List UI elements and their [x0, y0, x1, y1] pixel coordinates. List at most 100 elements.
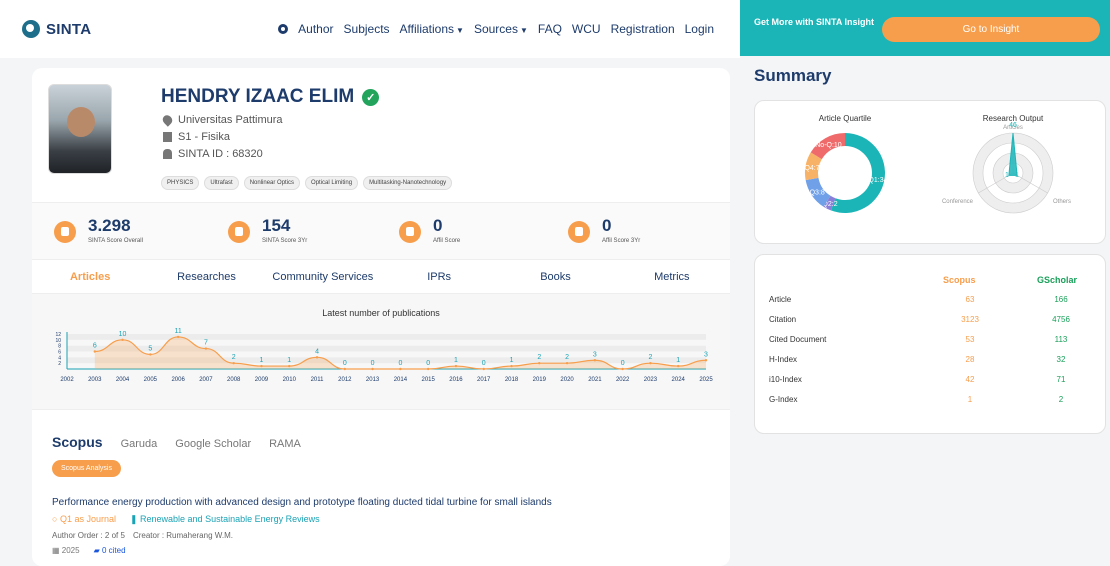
x-tick-label: 2022	[616, 377, 630, 383]
sinta-id-row: SINTA ID : 68320	[163, 148, 263, 160]
data-point	[454, 364, 458, 368]
metric-scopus: 63	[965, 295, 975, 304]
author-order: Author Order : 2 of 5	[52, 531, 125, 540]
nav-subjects[interactable]: Subjects	[344, 22, 390, 36]
author-name-row: HENDRY IZAAC ELIM ✓	[161, 86, 380, 108]
data-point	[121, 338, 124, 342]
tab-scopus[interactable]: Scopus	[52, 434, 103, 450]
quartile-slice-label: Q4:7	[804, 165, 819, 172]
tab-iprs[interactable]: IPRs	[381, 271, 497, 283]
department-link[interactable]: S1 - Fisika	[178, 131, 230, 143]
tab-books[interactable]: Books	[497, 271, 613, 283]
tab-rama[interactable]: RAMA	[269, 438, 301, 450]
metrics-row: Cited Document 53 113	[755, 335, 1107, 355]
home-icon[interactable]	[278, 24, 289, 34]
metrics-row: G-Index 1 2	[755, 395, 1107, 415]
profile-tabs: Articles Researches Community Services I…	[32, 260, 730, 294]
data-point	[426, 367, 430, 371]
quartile-slice-label: No-Q:10	[815, 142, 842, 149]
nav-affiliations[interactable]: Affiliations ▼	[400, 22, 464, 36]
data-point	[315, 356, 319, 359]
x-tick-label: 2020	[560, 377, 574, 383]
insight-text: Get More with SINTA Insight	[754, 17, 874, 27]
metric-scopus: 3123	[961, 315, 979, 324]
x-tick-label: 2024	[672, 377, 686, 383]
data-label: 1	[287, 357, 291, 364]
data-label: 1	[676, 357, 680, 364]
data-label: 2	[565, 354, 569, 361]
x-tick-label: 2014	[394, 377, 408, 383]
subject-tag[interactable]: Nonlinear Optics	[243, 176, 301, 190]
nav-affiliations-label: Affiliations	[399, 22, 455, 36]
data-point	[482, 367, 485, 371]
x-tick-label: 2003	[88, 377, 102, 383]
metrics-row: Article 63 166	[755, 295, 1107, 315]
quartile-slice-label: Q3:8	[810, 190, 825, 197]
nav-sources[interactable]: Sources ▼	[474, 22, 528, 36]
stat-label: SINTA Score Overall	[88, 238, 143, 244]
go-to-insight-button[interactable]: Go to Insight	[882, 17, 1100, 42]
stat-value: 0	[433, 216, 443, 235]
tab-researches[interactable]: Researches	[148, 271, 264, 283]
data-label: 7	[204, 340, 208, 347]
journal-link[interactable]: ❚ Renewable and Sustainable Energy Revie…	[130, 514, 320, 525]
tab-articles[interactable]: Articles	[32, 271, 148, 283]
tab-google-scholar[interactable]: Google Scholar	[175, 438, 251, 450]
nav-login[interactable]: Login	[685, 22, 714, 36]
publication-title[interactable]: Performance energy production with advan…	[52, 497, 552, 508]
scopus-analysis-button[interactable]: Scopus Analysis	[52, 460, 121, 477]
x-tick-label: 2008	[227, 377, 241, 383]
summary-card: Article Quartile Research Output Q1:34 Q2…	[754, 100, 1106, 244]
tab-garuda[interactable]: Garuda	[121, 438, 158, 450]
document-icon	[568, 221, 590, 243]
metric-scopus: 53	[965, 335, 975, 344]
x-tick-label: 2021	[588, 377, 602, 383]
data-label: 1	[260, 357, 264, 364]
affiliation-link[interactable]: Universitas Pattimura	[178, 114, 283, 126]
subject-tag[interactable]: Multitasking-Nanotechnology	[363, 176, 453, 190]
tab-community-services[interactable]: Community Services	[265, 271, 381, 283]
subject-tag[interactable]: PHYSICS	[161, 176, 200, 190]
grid-band	[67, 334, 706, 340]
person-icon	[54, 221, 76, 243]
cited-value: 0 cited	[101, 546, 126, 555]
nav-sources-label: Sources	[473, 22, 518, 36]
data-point	[538, 361, 541, 365]
journal-name: Renewable and Sustainable Energy Reviews	[140, 514, 320, 524]
radar-value-label: 46	[1009, 122, 1017, 129]
y-tick-label: 8	[58, 344, 61, 350]
cited-count[interactable]: ▰ 0 cited	[94, 546, 126, 555]
tab-metrics[interactable]: Metrics	[614, 271, 730, 283]
subject-tag[interactable]: Optical Limiting	[305, 176, 359, 190]
book-icon	[399, 221, 421, 243]
data-label: 3	[704, 351, 708, 358]
data-point	[260, 364, 263, 368]
y-tick-label: 10	[55, 338, 61, 344]
y-tick-label: 6	[58, 350, 61, 356]
stat-value: 3.298	[88, 216, 131, 235]
x-tick-label: 2007	[199, 377, 213, 383]
calendar-icon: ▦	[52, 546, 62, 555]
profile-card: HENDRY IZAAC ELIM ✓ Universitas Pattimur…	[32, 68, 730, 566]
data-label: 11	[174, 328, 181, 335]
bookmark-icon: ❚	[129, 514, 141, 524]
data-label: 0	[398, 360, 402, 367]
nav-faq[interactable]: FAQ	[538, 22, 562, 36]
author-photo	[48, 84, 112, 174]
subject-tag[interactable]: Ultrafast	[204, 176, 239, 190]
nav-registration[interactable]: Registration	[611, 22, 675, 36]
data-label: 0	[426, 360, 430, 367]
metrics-row: Citation 3123 4756	[755, 315, 1107, 335]
insight-banner: Get More with SINTA Insight Go to Insigh…	[740, 0, 1110, 56]
location-pin-icon	[160, 113, 175, 127]
y-tick-label: 4	[58, 355, 61, 361]
stat-affil-score-3yr: 0 Affil Score 3Yr	[568, 217, 640, 244]
creator: Creator : Rumaherang W.M.	[132, 531, 233, 540]
x-tick-label: 2002	[60, 377, 74, 383]
nav-wcu[interactable]: WCU	[572, 22, 601, 36]
data-label: 1	[454, 357, 458, 364]
brand[interactable]: SINTA	[22, 20, 91, 38]
caret-down-icon: ▼	[456, 26, 464, 35]
nav-author[interactable]: Author	[298, 22, 333, 36]
sinta-id: SINTA ID : 68320	[178, 148, 263, 160]
